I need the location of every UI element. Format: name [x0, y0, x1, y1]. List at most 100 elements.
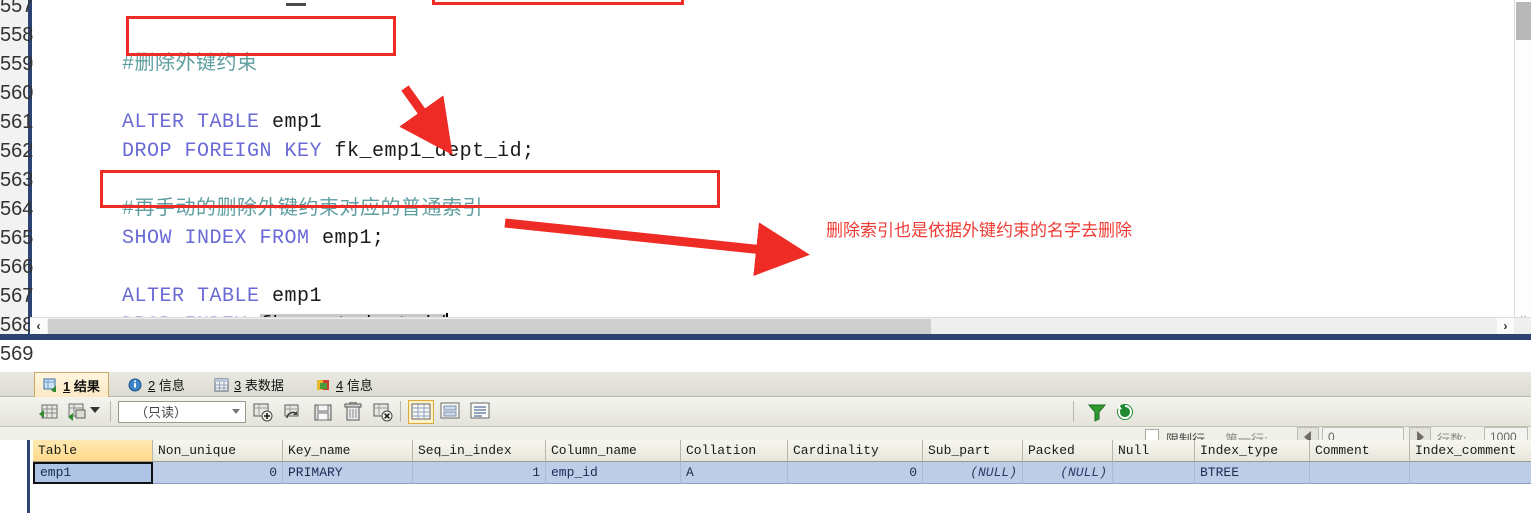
code-line[interactable]: 566 [0, 253, 1531, 282]
scroll-left-icon[interactable]: ‹ [30, 318, 47, 335]
info-circle-icon [128, 378, 143, 392]
cell-collation[interactable]: A [681, 462, 788, 484]
column-header-sub_part[interactable]: Sub_part [923, 440, 1023, 462]
column-header-null[interactable]: Null [1113, 440, 1195, 462]
edit-mode-value: （只读） [135, 405, 188, 420]
column-header-table[interactable]: Table [33, 440, 153, 462]
column-header-index_type[interactable]: Index_type [1195, 440, 1310, 462]
tab-3[interactable]: 3 表数据 [206, 372, 292, 397]
save-record-icon[interactable] [312, 402, 334, 422]
code-lines[interactable]: 557 558 559 #删除外键约束 560 561 ALTER TABLE emp1 56… [0, 0, 1531, 369]
line-text[interactable]: #删除外键约束 [122, 50, 258, 79]
profile-info-icon [316, 378, 331, 392]
line-number: 566 [0, 256, 34, 278]
code-line[interactable]: 562 DROP FOREIGN KEY fk_emp1_dept_id; [0, 137, 1531, 166]
filter-icon[interactable] [1086, 402, 1108, 422]
refresh-icon[interactable] [1114, 402, 1136, 422]
line-number: 557 [0, 0, 34, 17]
cell-table[interactable]: emp1 [33, 462, 153, 484]
tab-label: 2 信息 [148, 378, 185, 393]
text-view-icon[interactable] [468, 400, 494, 424]
line-text[interactable]: ALTER TABLE emp1 [122, 108, 322, 137]
dropdown-arrow-icon[interactable] [90, 407, 100, 413]
cell-comment[interactable] [1310, 462, 1410, 484]
column-header-comment[interactable]: Comment [1310, 440, 1410, 462]
code-line[interactable]: 563 [0, 166, 1531, 195]
vertical-scrollbar-thumb[interactable] [1516, 2, 1531, 40]
column-header-key_name[interactable]: Key_name [283, 440, 413, 462]
code-line[interactable]: 561 ALTER TABLE emp1 [0, 108, 1531, 137]
result-toolbar[interactable]: （只读） 0 1000 [0, 397, 1531, 447]
tab-label: 1 结果 [63, 378, 100, 394]
line-number: 562 [0, 140, 34, 162]
cell-non_unique[interactable]: 0 [153, 462, 283, 484]
code-line[interactable]: 559 #删除外键约束 [0, 50, 1531, 79]
result-tabstrip[interactable]: 1 结果 2 信息 3 表数据 4 信息 [0, 372, 1531, 397]
cell-column_name[interactable]: emp_id [546, 462, 681, 484]
annotation-note-text: 删除索引也是依据外键约束的名字去删除 [826, 221, 1132, 240]
panel-divider [0, 334, 1531, 340]
line-number: 569 [0, 343, 34, 365]
line-number: 560 [0, 82, 34, 104]
column-header-index_comment[interactable]: Index_comment [1410, 440, 1531, 462]
toolbar-separator-1 [110, 401, 111, 422]
column-header-non_unique[interactable]: Non_unique [153, 440, 283, 462]
cell-null[interactable] [1113, 462, 1195, 484]
delete-record-icon[interactable] [342, 402, 364, 422]
cell-sub_part[interactable]: (NULL) [923, 462, 1023, 484]
cell-index_comment[interactable] [1410, 462, 1531, 484]
sql-editor[interactable]: 557 558 559 #删除外键约束 560 561 ALTER TABLE emp1 56… [0, 0, 1531, 365]
edit-mode-select[interactable]: （只读） [118, 401, 246, 423]
tab-2[interactable]: 2 信息 [120, 372, 193, 397]
column-header-cardinality[interactable]: Cardinality [788, 440, 923, 462]
column-header-packed[interactable]: Packed [1023, 440, 1113, 462]
editor-horizontal-scrollbar[interactable]: ‹ › [30, 317, 1531, 335]
column-header-seq_in_index[interactable]: Seq_in_index [413, 440, 546, 462]
code-line[interactable]: 557 [0, 0, 1531, 21]
line-number: 567 [0, 285, 34, 307]
sql-client-window: 557 558 559 #删除外键约束 560 561 ALTER TABLE emp1 56… [0, 0, 1531, 513]
cell-packed[interactable]: (NULL) [1023, 462, 1113, 484]
line-number: 558 [0, 24, 34, 46]
line-text[interactable]: SHOW INDEX FROM emp1; [122, 224, 385, 253]
tab-4[interactable]: 4 信息 [308, 372, 381, 397]
result-grid-icon [43, 378, 58, 394]
toolbar-separator-3 [1073, 401, 1074, 422]
tab-label: 3 表数据 [234, 378, 284, 393]
grid-view-icon[interactable] [408, 400, 434, 424]
tab-label: 4 信息 [336, 378, 373, 393]
refresh-record-icon[interactable] [282, 402, 304, 422]
line-text[interactable]: #再手动的删除外键约束对应的普通索引 [122, 195, 483, 224]
result-grid[interactable]: Table Non_unique Key_name Seq_in_index Colum… [0, 440, 1531, 513]
code-line[interactable]: 558 [0, 21, 1531, 50]
cancel-record-icon[interactable] [372, 402, 394, 422]
code-line[interactable]: 560 [0, 79, 1531, 108]
horizontal-scrollbar-thumb[interactable] [48, 319, 931, 334]
add-record-icon[interactable] [252, 402, 274, 422]
grid-left-margin [0, 440, 30, 513]
line-number: 565 [0, 227, 34, 249]
table-data-icon [214, 378, 229, 392]
line-number: 561 [0, 111, 34, 133]
cell-index_type[interactable]: BTREE [1195, 462, 1310, 484]
code-line[interactable]: 564 #再手动的删除外键约束对应的普通索引 [0, 195, 1531, 224]
code-line[interactable]: 565 SHOW INDEX FROM emp1; [0, 224, 1531, 253]
code-line[interactable]: 567 ALTER TABLE emp1 [0, 282, 1531, 311]
scroll-right-icon[interactable]: › [1497, 318, 1514, 335]
form-view-icon[interactable] [438, 400, 464, 424]
line-text[interactable]: ALTER TABLE emp1 [122, 282, 322, 311]
duplicate-record-icon[interactable] [66, 402, 88, 422]
chevron-down-icon[interactable] [232, 409, 240, 414]
editor-vertical-scrollbar[interactable]: ⌄ [1514, 0, 1531, 325]
tab-1[interactable]: 1 结果 [34, 372, 109, 397]
line-number: 559 [0, 53, 34, 75]
toolbar-separator-2 [400, 401, 401, 422]
insert-record-icon[interactable] [38, 402, 60, 422]
line-text[interactable]: DROP FOREIGN KEY fk_emp1_dept_id; [122, 137, 535, 166]
code-line[interactable]: 569 [0, 340, 1531, 369]
column-header-collation[interactable]: Collation [681, 440, 788, 462]
cell-cardinality[interactable]: 0 [788, 462, 923, 484]
cell-seq_in_index[interactable]: 1 [413, 462, 546, 484]
cell-key_name[interactable]: PRIMARY [283, 462, 413, 484]
column-header-column_name[interactable]: Column_name [546, 440, 681, 462]
